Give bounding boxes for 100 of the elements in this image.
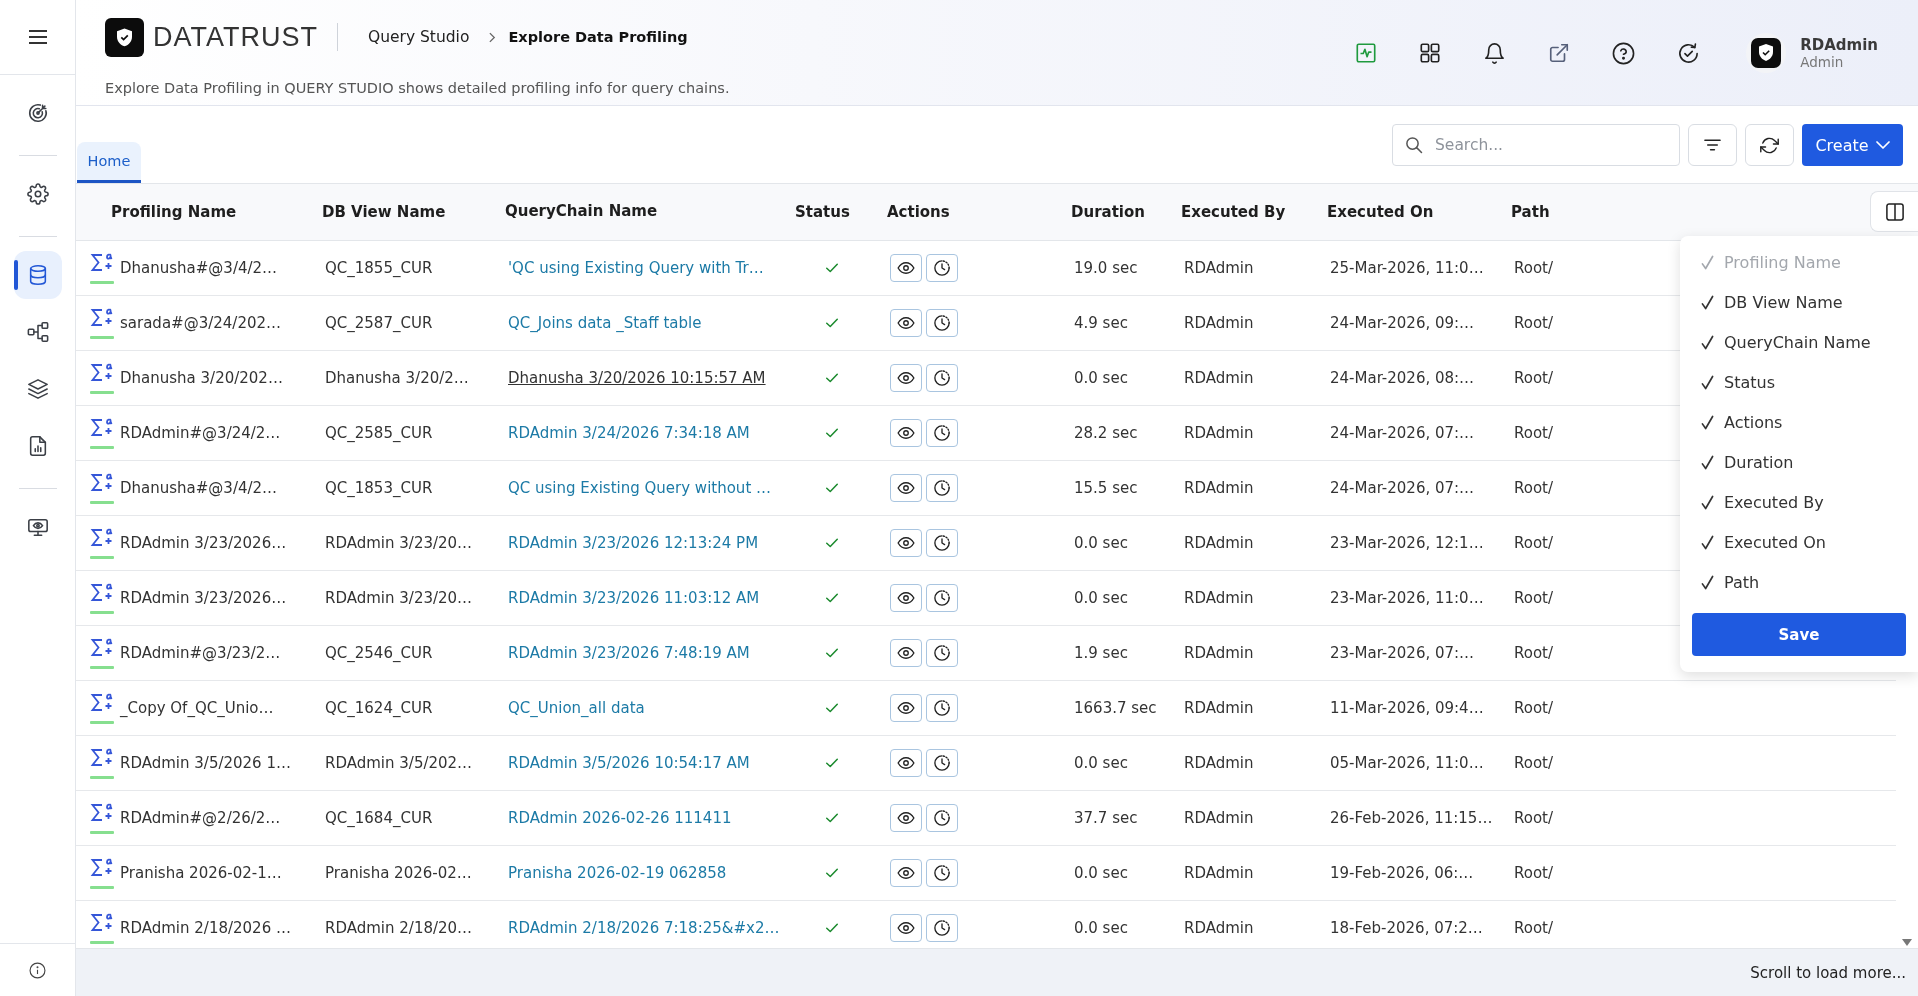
table-cell: 25-Mar-2026, 11:0… — [1330, 259, 1484, 277]
column-header: Executed On — [1327, 203, 1434, 221]
link[interactable]: RDAdmin 3/5/2026 10:54:17 AM — [508, 754, 750, 772]
clock-icon — [933, 754, 951, 772]
table-cell: RDAdmin 3/5/2026 1… — [120, 754, 291, 772]
view-button[interactable] — [890, 474, 922, 502]
view-button[interactable] — [890, 859, 922, 887]
history-button[interactable] — [926, 474, 958, 502]
view-button[interactable] — [890, 529, 922, 557]
tab[interactable]: Home — [77, 142, 141, 183]
view-button[interactable] — [890, 364, 922, 392]
table-cell: RDAdmin#@2/26/2… — [120, 809, 281, 827]
table-cell: 23-Mar-2026, 11:0… — [1330, 589, 1484, 607]
save-button[interactable]: Save — [1692, 613, 1906, 656]
avatar-icon[interactable] — [1746, 33, 1787, 73]
column-option[interactable]: Executed By — [1692, 482, 1906, 522]
column-option[interactable]: Path — [1692, 562, 1906, 602]
link[interactable]: RDAdmin 3/24/2026 7:34:18 AM — [508, 424, 750, 442]
table-cell: Root/ — [1514, 534, 1554, 552]
sigma-formula-icon — [90, 472, 114, 504]
eye-icon — [897, 644, 915, 662]
table-cell: RDAdmin 2/18/20… — [325, 919, 473, 937]
sigma-formula-icon — [90, 857, 114, 889]
history-button[interactable] — [926, 364, 958, 392]
history-button[interactable] — [926, 694, 958, 722]
link[interactable]: 'QC using Existing Query with Tr… — [508, 259, 764, 277]
table-cell: 19-Feb-2026, 06:… — [1330, 864, 1474, 882]
view-button[interactable] — [890, 639, 922, 667]
column-option[interactable]: Duration — [1692, 442, 1906, 482]
activity-icon[interactable] — [1355, 42, 1378, 64]
table-cell: Root/ — [1514, 369, 1554, 387]
sidebar-item[interactable] — [13, 251, 62, 299]
column-option[interactable]: Status — [1692, 362, 1906, 402]
table-cell: _Copy Of_QC_Unio… — [120, 699, 274, 717]
sigma-formula-icon — [90, 417, 114, 449]
view-button[interactable] — [890, 419, 922, 447]
eye-icon — [897, 589, 915, 607]
view-button[interactable] — [890, 749, 922, 777]
table-cell: 0.0 sec — [1074, 589, 1128, 607]
view-button[interactable] — [890, 694, 922, 722]
column-option[interactable]: Executed On — [1692, 522, 1906, 562]
table-cell: 23-Mar-2026, 12:1… — [1330, 534, 1484, 552]
history-button[interactable] — [926, 419, 958, 447]
link[interactable]: QC_Union_all data — [508, 699, 645, 717]
check-refresh-icon[interactable] — [1677, 41, 1701, 65]
sigma-formula-icon — [90, 252, 114, 284]
monitor-eye-icon — [26, 516, 49, 538]
history-button[interactable] — [926, 529, 958, 557]
link[interactable]: QC using Existing Query without … — [508, 479, 772, 497]
table-cell: RDAdmin — [1184, 809, 1254, 827]
link[interactable]: RDAdmin 2/18/2026 7:18:25&#x2… — [508, 919, 780, 937]
column-option[interactable]: QueryChain Name — [1692, 322, 1906, 362]
view-button[interactable] — [890, 309, 922, 337]
bell-icon[interactable] — [1483, 41, 1507, 65]
create-button[interactable]: Create — [1802, 124, 1903, 166]
user-name: RDAdmin — [1800, 35, 1878, 54]
menu-icon[interactable] — [28, 30, 47, 44]
history-button[interactable] — [926, 859, 958, 887]
help-icon[interactable] — [1612, 41, 1636, 65]
table-cell: QC_2587_CUR — [325, 314, 433, 332]
search-field[interactable]: Search... — [1392, 124, 1680, 166]
history-button[interactable] — [926, 749, 958, 777]
view-button[interactable] — [890, 804, 922, 832]
history-button[interactable] — [926, 639, 958, 667]
link[interactable]: RDAdmin 2026-02-26 111411 — [508, 809, 732, 827]
link[interactable]: Pranisha 2026-02-19 062858 — [508, 864, 727, 882]
history-button[interactable] — [926, 584, 958, 612]
link[interactable]: RDAdmin 3/23/2026 11:03:12 AM — [508, 589, 760, 607]
link[interactable]: RDAdmin 3/23/2026 12:13:24 PM — [508, 534, 759, 552]
sigma-formula-icon — [90, 912, 114, 944]
refresh-button[interactable] — [1745, 124, 1794, 166]
external-link-icon[interactable] — [1548, 42, 1571, 64]
view-button[interactable] — [890, 254, 922, 282]
history-button[interactable] — [926, 804, 958, 832]
sigma-formula-icon — [90, 527, 114, 559]
history-button[interactable] — [926, 254, 958, 282]
filter-button[interactable] — [1688, 124, 1737, 166]
link[interactable]: QC_Joins data _Staff table — [508, 314, 702, 332]
column-option[interactable]: DB View Name — [1692, 282, 1906, 322]
table-cell: 05-Mar-2026, 11:0… — [1330, 754, 1484, 772]
table-cell: 24-Mar-2026, 09:… — [1330, 314, 1475, 332]
grid-icon[interactable] — [1419, 42, 1442, 64]
table-cell: Pranisha 2026-02-1… — [120, 864, 282, 882]
eye-icon — [897, 479, 915, 497]
clock-icon — [933, 534, 951, 552]
scroll-down-arrow-icon[interactable] — [1902, 939, 1912, 946]
view-button[interactable] — [890, 914, 922, 942]
history-button[interactable] — [926, 309, 958, 337]
column-toggle-button[interactable] — [1870, 191, 1918, 232]
column-header: Status — [795, 203, 850, 221]
table-cell: RDAdmin#@3/23/2… — [120, 644, 281, 662]
link[interactable]: Dhanusha 3/20/2026 10:15:57 AM — [508, 369, 766, 387]
info-icon[interactable] — [29, 961, 46, 979]
link[interactable]: RDAdmin 3/23/2026 7:48:19 AM — [508, 644, 750, 662]
column-option[interactable]: Actions — [1692, 402, 1906, 442]
view-button[interactable] — [890, 584, 922, 612]
history-button[interactable] — [926, 914, 958, 942]
table-cell: Dhanusha 3/20/202… — [120, 369, 283, 387]
target-icon — [26, 102, 49, 124]
breadcrumb-item[interactable]: Query Studio — [368, 28, 470, 46]
